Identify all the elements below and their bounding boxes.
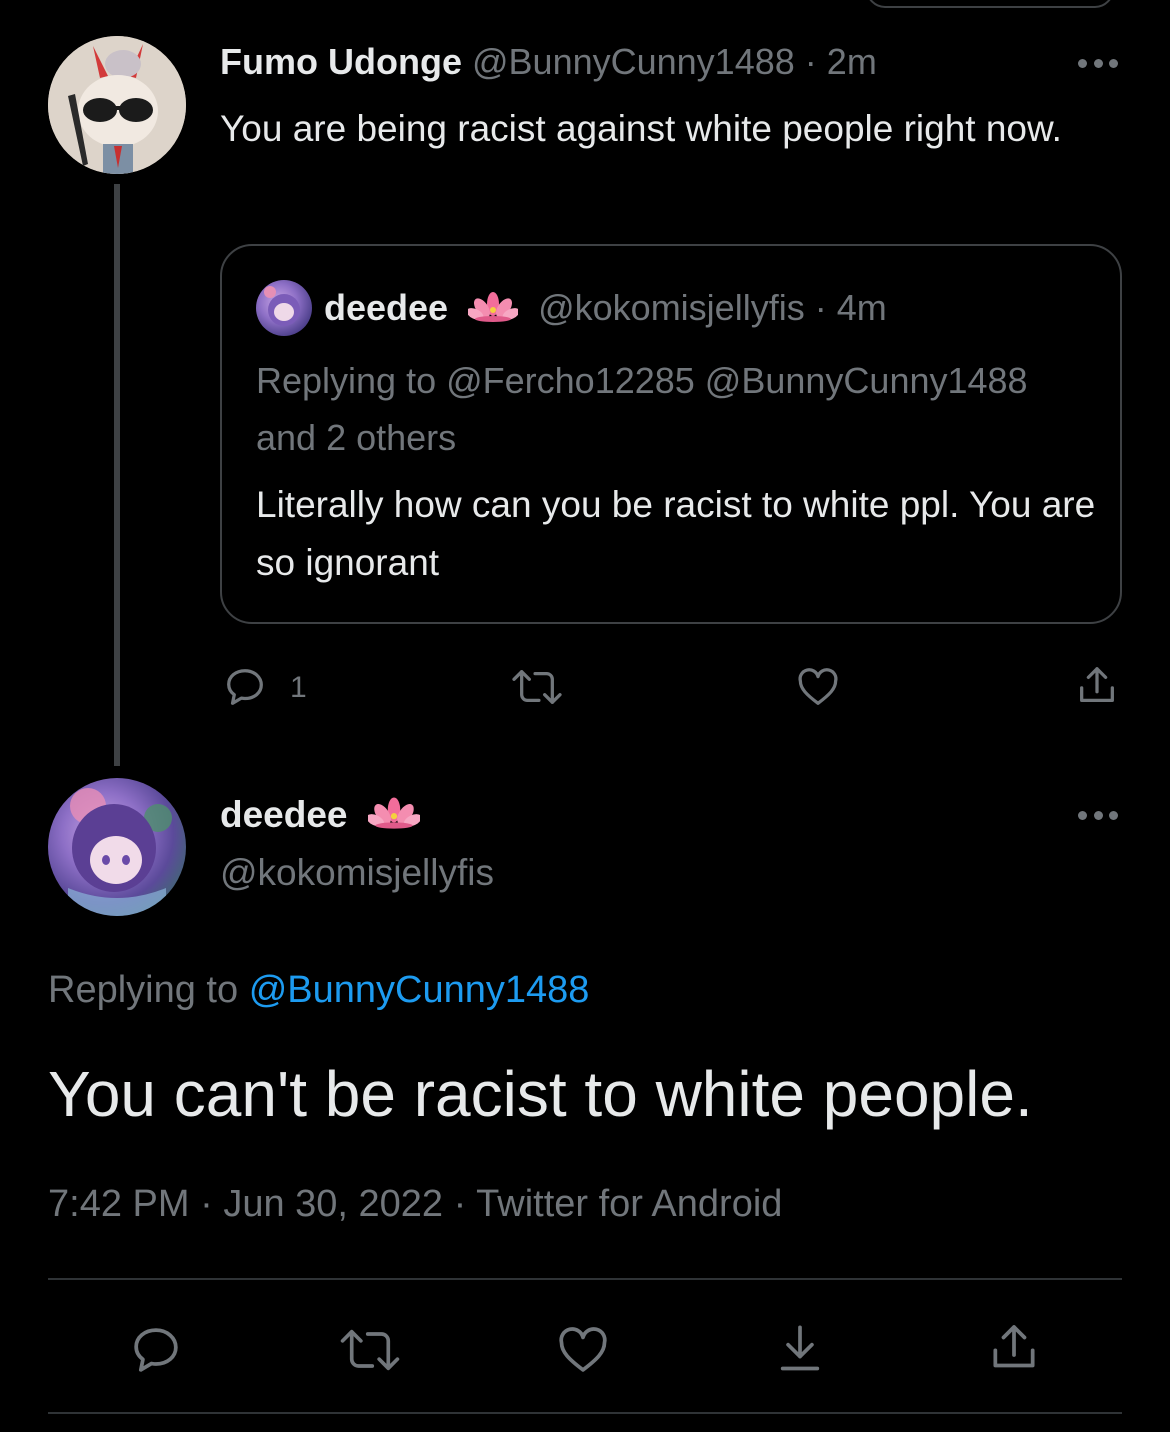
anime-avatar-icon bbox=[264, 286, 300, 326]
quoted-replying-to: Replying to @Fercho12285 @BunnyCunny1488… bbox=[256, 360, 1028, 458]
tweet-source[interactable]: Twitter for Android bbox=[476, 1183, 782, 1225]
replying-handle-link[interactable]: @BunnyCunny1488 bbox=[249, 969, 590, 1011]
download-icon[interactable] bbox=[774, 1320, 826, 1378]
divider bbox=[48, 1412, 1122, 1414]
quoted-display-name: deedee bbox=[324, 287, 449, 328]
quoted-avatar bbox=[256, 280, 312, 336]
handle[interactable]: @BunnyCunny1488 bbox=[472, 41, 795, 82]
like-icon[interactable] bbox=[554, 1322, 612, 1378]
tweet-meta: 7:42 PM · Jun 30, 2022 · Twitter for And… bbox=[48, 1180, 782, 1228]
retweet-icon[interactable] bbox=[510, 664, 564, 710]
display-name[interactable]: deedee bbox=[220, 792, 430, 840]
like-icon[interactable] bbox=[794, 664, 842, 710]
share-icon[interactable] bbox=[986, 1318, 1042, 1378]
tweet-thread-page: Fumo Udonge @BunnyCunny1488 · 2m You are… bbox=[0, 0, 1170, 1432]
display-name[interactable]: Fumo Udonge bbox=[220, 41, 462, 82]
thread-line bbox=[114, 184, 120, 766]
replying-to: Replying to @BunnyCunny1488 bbox=[48, 966, 589, 1014]
display-name-text[interactable]: deedee bbox=[220, 794, 348, 835]
tweet-time[interactable]: 7:42 PM bbox=[48, 1183, 190, 1225]
reply-count: 1 bbox=[290, 671, 307, 704]
plush-avatar-icon bbox=[48, 36, 186, 174]
quoted-timestamp: 4m bbox=[836, 287, 887, 328]
avatar[interactable] bbox=[48, 778, 186, 916]
quoted-handle: @kokomisjellyfis bbox=[538, 287, 805, 328]
more-options-icon[interactable] bbox=[1078, 810, 1118, 820]
tweet-header: Fumo Udonge @BunnyCunny1488 · 2m bbox=[220, 40, 877, 84]
replying-label: Replying to bbox=[48, 969, 239, 1011]
top-button-outline[interactable] bbox=[866, 0, 1114, 8]
share-icon[interactable] bbox=[1074, 662, 1120, 710]
avatar[interactable] bbox=[48, 36, 186, 174]
quoted-tweet-text: Literally how can you be racist to white… bbox=[256, 484, 1096, 583]
divider bbox=[48, 1278, 1122, 1280]
reply-icon[interactable] bbox=[128, 1322, 184, 1378]
lotus-icon bbox=[366, 794, 422, 840]
separator: · bbox=[814, 287, 827, 328]
anime-avatar-icon bbox=[68, 788, 172, 916]
timestamp[interactable]: 2m bbox=[827, 41, 877, 82]
quoted-tweet-header: deedee @kokomisjellyfis · 4m bbox=[324, 286, 887, 332]
handle[interactable]: @kokomisjellyfis bbox=[220, 850, 494, 896]
tweet-date[interactable]: Jun 30, 2022 bbox=[223, 1183, 443, 1225]
separator: · bbox=[804, 41, 817, 82]
tweet-text: You can't be racist to white people. bbox=[48, 1058, 1033, 1130]
reply-icon[interactable] bbox=[222, 664, 268, 710]
separator: · bbox=[200, 1183, 213, 1225]
separator: · bbox=[453, 1183, 467, 1225]
tweet-text: You are being racist against white peopl… bbox=[220, 108, 1062, 149]
more-options-icon[interactable] bbox=[1078, 58, 1118, 68]
retweet-icon[interactable] bbox=[338, 1322, 402, 1378]
lotus-icon bbox=[466, 288, 520, 332]
